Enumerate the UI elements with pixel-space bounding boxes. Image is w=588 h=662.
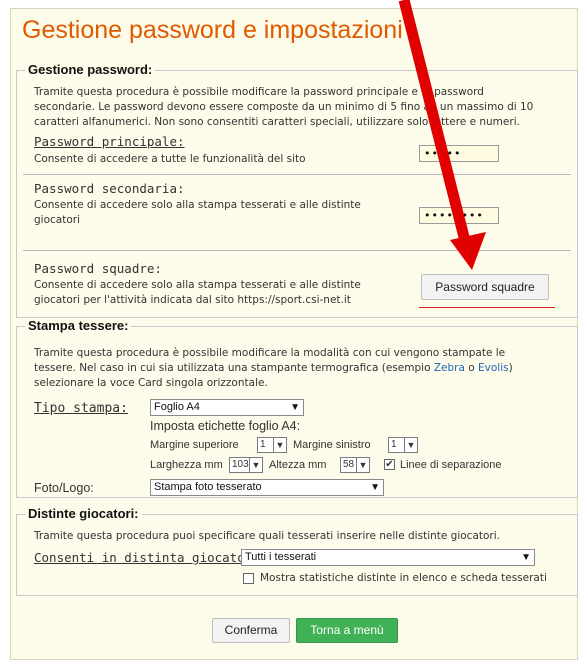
annotation-arrow-icon — [398, 0, 486, 270]
